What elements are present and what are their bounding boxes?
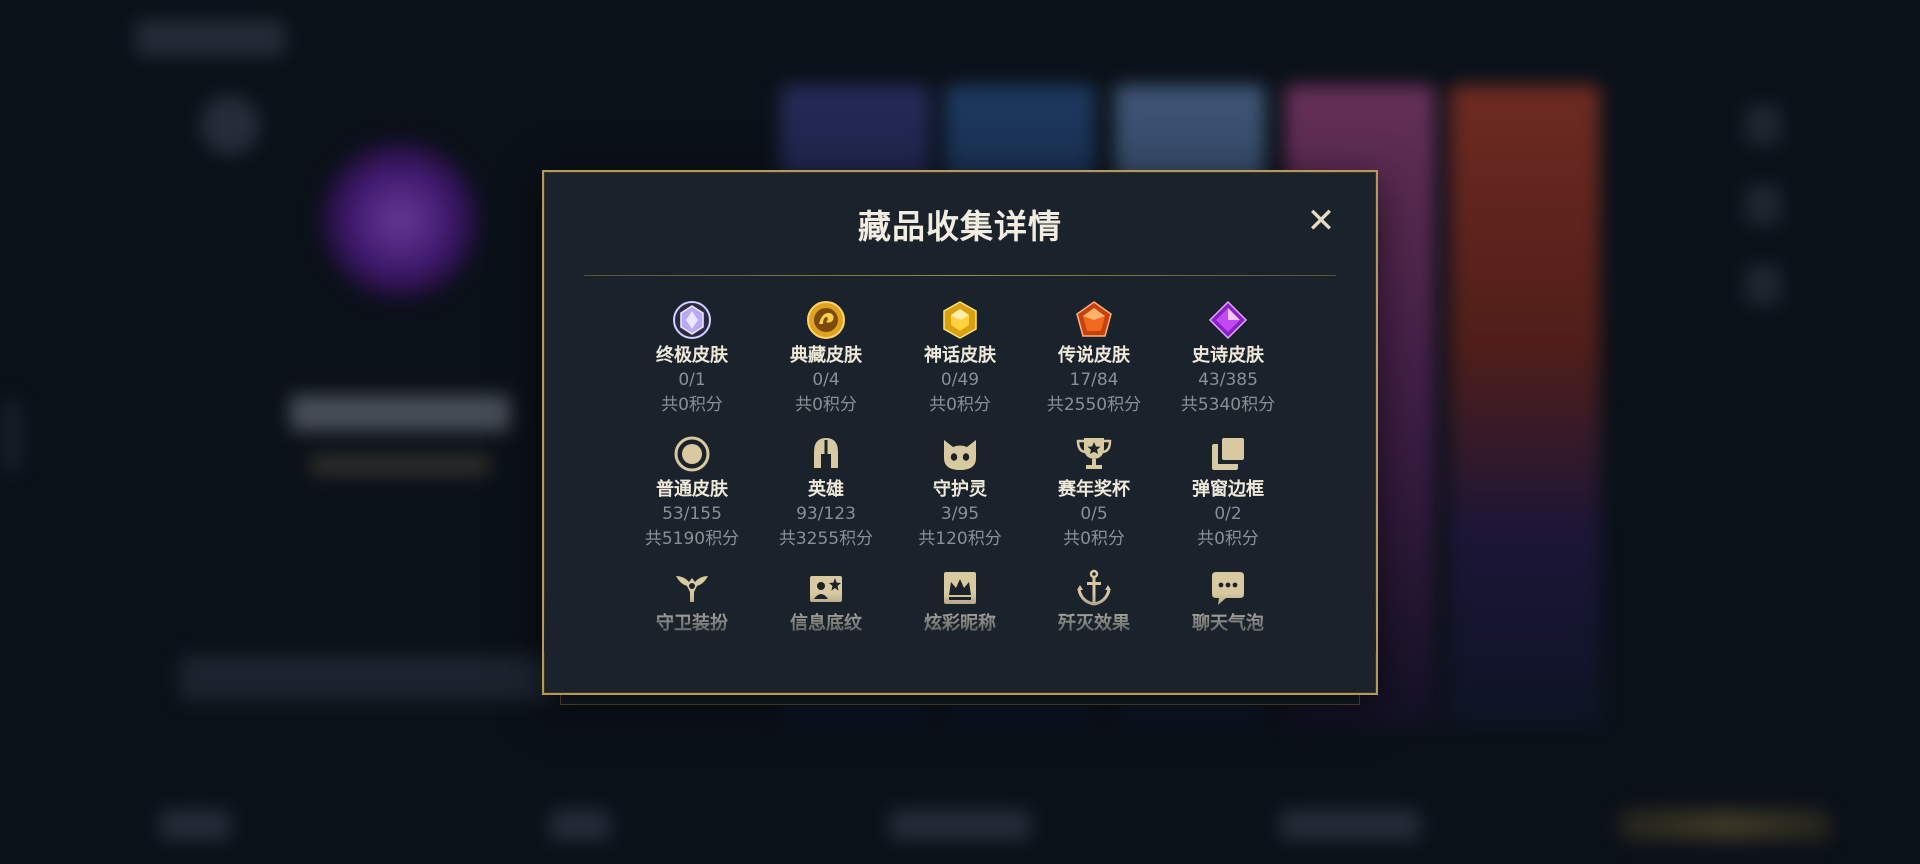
item-points: 共5340积分 — [1180, 395, 1276, 415]
collection-item-common[interactable]: 普通皮肤 53/155 共5190积分 — [625, 434, 759, 552]
item-count: 0/1 — [678, 370, 706, 390]
legendary-gem-icon — [1076, 301, 1112, 337]
item-points: 共5190积分 — [644, 529, 740, 549]
collection-item-prestige[interactable]: 典藏皮肤 0/4 共0积分 — [759, 300, 893, 418]
collection-item-kill-effect[interactable]: 歼灭效果 — [1027, 568, 1161, 636]
stacked-frames-icon — [1212, 438, 1244, 470]
left-action-buttons[interactable] — [180, 655, 560, 700]
collection-item-info-card[interactable]: 信息底纹 — [759, 568, 893, 636]
bottom-nav-item[interactable] — [160, 810, 230, 840]
side-label — [5, 400, 19, 470]
item-label: 弹窗边框 — [1192, 479, 1264, 500]
item-count: 0/2 — [1214, 504, 1242, 524]
cat-face-icon — [944, 440, 976, 470]
item-count: 0/4 — [812, 370, 840, 390]
item-label: 赛年奖杯 — [1058, 479, 1130, 500]
collection-item-colorful-name[interactable]: 炫彩昵称 — [893, 568, 1027, 636]
item-label: 炫彩昵称 — [924, 613, 996, 634]
item-label: 普通皮肤 — [656, 479, 728, 500]
player-subtitle — [310, 455, 490, 475]
bottom-primary-button[interactable] — [1620, 810, 1830, 840]
info-card-icon — [810, 576, 842, 602]
bottom-nav-item[interactable] — [890, 810, 1030, 840]
back-button[interactable] — [135, 20, 285, 56]
item-count: 0/49 — [940, 370, 980, 390]
modal-base-trim — [560, 695, 1360, 705]
chat-bubble-icon — [1212, 572, 1244, 605]
item-label: 守卫装扮 — [656, 613, 728, 634]
item-points: 共0积分 — [795, 395, 857, 415]
helmet-icon — [814, 438, 838, 468]
item-count: 93/123 — [796, 504, 856, 524]
item-count: 17/84 — [1069, 370, 1119, 390]
ring-icon — [674, 436, 710, 472]
item-label: 英雄 — [808, 479, 844, 500]
item-label: 歼灭效果 — [1058, 613, 1130, 634]
collection-item-ultimate[interactable]: 终极皮肤 0/1 共0积分 — [625, 300, 759, 418]
item-count: 0/5 — [1080, 504, 1108, 524]
player-name — [290, 395, 510, 431]
crown-icon — [944, 572, 976, 604]
bottom-nav-item[interactable] — [1280, 810, 1420, 840]
item-points: 共120积分 — [918, 529, 1002, 549]
item-count: 43/385 — [1198, 370, 1258, 390]
collection-item-ward-skins[interactable]: 守卫装扮 — [625, 568, 759, 636]
item-label: 聊天气泡 — [1192, 613, 1264, 634]
ward-icon — [676, 576, 708, 602]
item-points: 共0积分 — [929, 395, 991, 415]
item-label: 史诗皮肤 — [1192, 345, 1264, 366]
bottom-nav-item[interactable] — [550, 810, 610, 840]
item-label: 神话皮肤 — [924, 345, 996, 366]
item-points: 共3255积分 — [778, 529, 874, 549]
collection-item-legendary[interactable]: 传说皮肤 17/84 共2550积分 — [1027, 300, 1161, 418]
item-label: 信息底纹 — [790, 613, 862, 634]
item-points: 共2550积分 — [1046, 395, 1142, 415]
collection-item-chat-bubble[interactable]: 聊天气泡 — [1161, 568, 1295, 636]
collection-item-heroes[interactable]: 英雄 93/123 共3255积分 — [759, 434, 893, 552]
epic-gem-icon — [1208, 300, 1248, 340]
collection-item-guardians[interactable]: 守护灵 3/95 共120积分 — [893, 434, 1027, 552]
item-label: 典藏皮肤 — [790, 345, 862, 366]
item-points: 共0积分 — [1197, 529, 1259, 549]
portal-emblem — [320, 140, 480, 300]
right-toolbar[interactable] — [1745, 105, 1781, 315]
trophy-icon — [1076, 438, 1112, 469]
collection-details-modal: 藏品收集详情 ✕ 终极皮肤 0/1 共0积分 典藏皮肤 0/4 共0积分 神话皮… — [542, 170, 1378, 695]
mythic-gem-icon — [943, 301, 977, 339]
item-count: 3/95 — [940, 504, 980, 524]
collection-item-epic[interactable]: 史诗皮肤 43/385 共5340积分 — [1161, 300, 1295, 418]
dragon-coin-icon — [807, 301, 845, 339]
item-label: 传说皮肤 — [1058, 345, 1130, 366]
collection-grid[interactable]: 终极皮肤 0/1 共0积分 典藏皮肤 0/4 共0积分 神话皮肤 0/49 共0… — [544, 300, 1376, 643]
divider — [584, 275, 1336, 276]
item-label: 守护灵 — [933, 479, 987, 500]
item-points: 共0积分 — [1063, 529, 1125, 549]
skin-card[interactable] — [1450, 85, 1600, 725]
close-button[interactable]: ✕ — [1304, 204, 1338, 238]
collection-item-mythic[interactable]: 神话皮肤 0/49 共0积分 — [893, 300, 1027, 418]
collection-item-popup-frames[interactable]: 弹窗边框 0/2 共0积分 — [1161, 434, 1295, 552]
collection-item-trophies[interactable]: 赛年奖杯 0/5 共0积分 — [1027, 434, 1161, 552]
item-label: 终极皮肤 — [656, 345, 728, 366]
modal-title: 藏品收集详情 — [858, 207, 1062, 246]
anchor-icon — [1077, 569, 1111, 606]
ultimate-gem-icon — [673, 301, 711, 339]
avatar — [200, 95, 260, 155]
item-points: 共0积分 — [661, 395, 723, 415]
item-count: 53/155 — [662, 504, 722, 524]
